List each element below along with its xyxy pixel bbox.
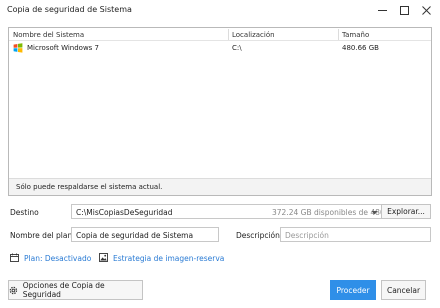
plan-name-input[interactable]: Copia de seguridad de Sistema bbox=[71, 227, 219, 242]
column-header-size[interactable]: Tamaño bbox=[342, 31, 369, 39]
column-divider[interactable] bbox=[338, 29, 339, 40]
minimize-icon bbox=[377, 9, 387, 11]
maximize-button[interactable] bbox=[394, 0, 414, 20]
schedule-link[interactable]: Plan: Desactivado bbox=[24, 254, 91, 263]
windows-logo-icon bbox=[13, 43, 23, 53]
table-row[interactable]: Microsoft Windows 7 C:\ 480.66 GB bbox=[9, 42, 431, 54]
description-label: Descripción bbox=[236, 231, 280, 240]
title-bar: Copia de seguridad de Sistema bbox=[0, 0, 440, 20]
column-header-location[interactable]: Localización bbox=[232, 31, 275, 39]
window-title: Copia de seguridad de Sistema bbox=[7, 5, 132, 14]
destination-label: Destino bbox=[10, 208, 39, 217]
description-placeholder: Descripción bbox=[285, 231, 329, 240]
description-input[interactable]: Descripción bbox=[280, 227, 431, 242]
column-divider[interactable] bbox=[228, 29, 229, 40]
destination-path: C:\MisCopiasDeSeguridad bbox=[76, 208, 173, 217]
system-location: C:\ bbox=[232, 44, 242, 52]
cancel-button[interactable]: Cancelar bbox=[381, 280, 426, 300]
system-size: 480.66 GB bbox=[342, 44, 379, 52]
backup-options-button[interactable]: Opciones de Copia de Seguridad bbox=[8, 280, 143, 300]
table-note-bar: Sólo puede respaldarse el sistema actual… bbox=[9, 178, 431, 195]
plan-name-value: Copia de seguridad de Sistema bbox=[76, 231, 194, 240]
destination-select[interactable]: C:\MisCopiasDeSeguridad 372.24 GB dispon… bbox=[71, 204, 410, 219]
chevron-down-icon bbox=[371, 209, 378, 218]
maximize-icon bbox=[399, 5, 409, 15]
gear-icon bbox=[9, 286, 18, 294]
calendar-icon bbox=[10, 253, 19, 264]
minimize-button[interactable] bbox=[372, 0, 392, 20]
plan-name-label: Nombre del plan bbox=[10, 231, 73, 240]
close-icon bbox=[421, 5, 431, 15]
image-icon bbox=[99, 253, 108, 264]
backup-options-label: Opciones de Copia de Seguridad bbox=[22, 281, 105, 299]
proceed-button[interactable]: Proceder bbox=[330, 280, 376, 300]
browse-button[interactable]: Explorar... bbox=[381, 204, 431, 219]
system-table: Nombre del Sistema Localización Tamaño M… bbox=[8, 27, 432, 196]
column-header-name[interactable]: Nombre del Sistema bbox=[13, 31, 84, 39]
table-header: Nombre del Sistema Localización Tamaño bbox=[9, 28, 431, 41]
close-button[interactable] bbox=[416, 0, 436, 20]
system-name: Microsoft Windows 7 bbox=[27, 44, 100, 52]
table-note: Sólo puede respaldarse el sistema actual… bbox=[16, 183, 163, 191]
strategy-link[interactable]: Estrategia de imagen-reserva bbox=[113, 254, 224, 263]
